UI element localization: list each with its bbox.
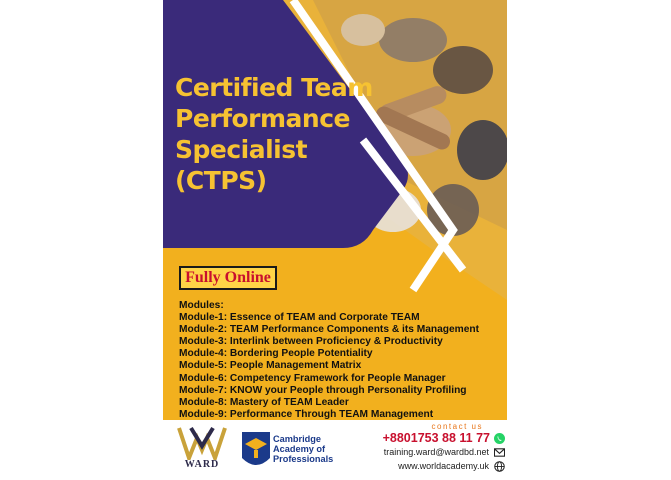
title-line: Certified Team [175, 73, 373, 102]
list-item: Module-7: KNOW your People through Perso… [179, 384, 467, 396]
phone-row: +8801753 88 11 77 [353, 431, 505, 445]
list-item: Module-5: People Management Matrix [179, 360, 362, 372]
title-line: Performance [175, 104, 350, 133]
website-link[interactable]: www.worldacademy.uk [398, 461, 489, 471]
title-line: Specialist [175, 135, 308, 164]
ward-logo-icon [177, 426, 227, 460]
title-line: (CTPS) [175, 166, 267, 195]
ward-logo-text: WARD [184, 459, 220, 470]
course-title: Certified Team Performance Specialist (C… [175, 72, 385, 196]
website-row: www.worldacademy.uk [353, 459, 505, 473]
list-item: Module-8: Mastery of TEAM Leader [179, 396, 349, 408]
contact-label: contact us [431, 422, 483, 431]
academy-logo-text: Cambridge Academy of Professionals [273, 434, 363, 464]
list-item: Module-3: Interlink between Proficiency … [179, 336, 443, 348]
list-item: Module-6: Competency Framework for Peopl… [179, 372, 446, 384]
phone-number[interactable]: +8801753 88 11 77 [383, 431, 490, 445]
whatsapp-icon [494, 432, 505, 444]
poster-footer: WARD Cambridge Academy of Professionals … [163, 420, 507, 480]
email-row: training.ward@wardbd.net [353, 445, 505, 459]
modules-list: Modules: Module-1: Essence of TEAM and C… [179, 300, 505, 421]
list-item: Module-1: Essence of TEAM and Corporate … [179, 312, 420, 324]
academy-logo-line: Cambridge [273, 434, 321, 444]
course-poster: Certified Team Performance Specialist (C… [163, 0, 507, 480]
globe-icon [494, 460, 505, 472]
contact-block: contact us +8801753 88 11 77 training.wa… [353, 422, 505, 473]
list-item: Module-2: TEAM Performance Components & … [179, 324, 479, 336]
list-item: Module-4: Bordering People Potentiality [179, 348, 373, 360]
email-icon [494, 447, 505, 457]
academy-logo-line: Professionals [273, 454, 334, 464]
modules-heading: Modules: [179, 300, 224, 311]
fully-online-badge: Fully Online [179, 266, 277, 290]
academy-logo-line: Academy of [273, 444, 326, 454]
email-link[interactable]: training.ward@wardbd.net [384, 447, 489, 457]
graduation-cap-icon [242, 432, 270, 465]
